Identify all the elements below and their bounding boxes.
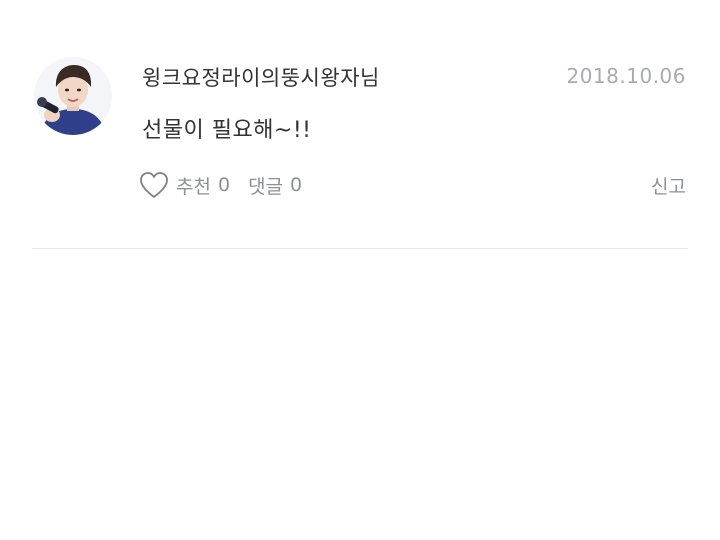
user-avatar[interactable]	[34, 57, 112, 135]
divider	[32, 248, 688, 249]
post-actions: 추천 0 댓글 0	[138, 168, 302, 202]
like-label: 추천	[176, 175, 211, 198]
comment-post: 윙크요정라이의뚱시왕자님 2018.10.06 선물이 필요해~!! 추천 0 …	[0, 0, 720, 250]
post-message: 선물이 필요해~!!	[142, 118, 312, 143]
heart-outline-icon[interactable]	[138, 170, 170, 200]
username[interactable]: 윙크요정라이의뚱시왕자님	[142, 62, 380, 92]
avatar-photo-icon	[34, 57, 112, 135]
comment-label: 댓글	[248, 175, 284, 198]
report-button[interactable]: 신고	[651, 172, 686, 199]
comment-button[interactable]: 댓글 0	[248, 172, 302, 199]
comment-count: 0	[290, 174, 303, 196]
post-date: 2018.10.06	[566, 64, 686, 88]
like-count: 0	[217, 174, 231, 196]
page: 윙크요정라이의뚱시왕자님 2018.10.06 선물이 필요해~!! 추천 0 …	[0, 0, 720, 540]
like-button[interactable]: 추천 0	[138, 170, 230, 200]
